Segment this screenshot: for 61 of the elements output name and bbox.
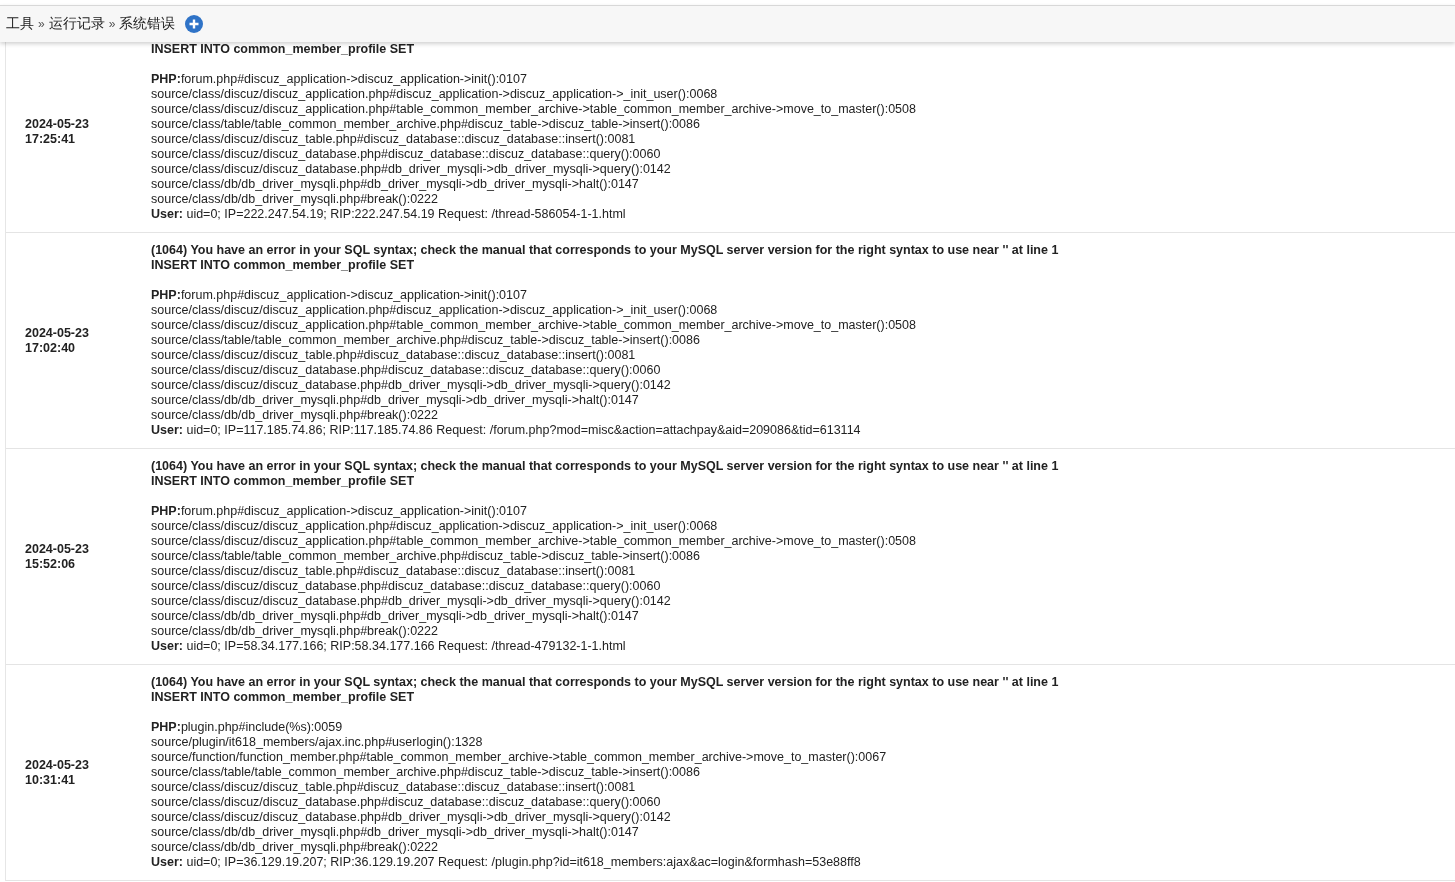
trace-line: source/class/discuz/discuz_application.php#table_common_member_archive->table_common_member_archive->move_to_master():0508 [151, 102, 916, 117]
add-icon[interactable] [185, 15, 204, 33]
trace-line: source/class/discuz/discuz_database.php#db_driver_mysqli->db_driver_mysqli->query():0142 [151, 594, 672, 609]
trace-line: source/class/table/table_common_member_archive.php#discuz_table->discuz_table->insert():0086 [151, 117, 701, 132]
user-info: User: uid=0; IP=36.129.19.207; RIP:36.129.19.207 Request: /plugin.php?id=it618_members:ajax&ac=login&formhash=53e88ff8 [151, 855, 862, 870]
trace-line: source/class/discuz/discuz_database.php#db_driver_mysqli->db_driver_mysqli->query():0142 [151, 162, 672, 177]
breadcrumb-link[interactable]: 系统错误 [119, 15, 176, 33]
trace-line: source/class/db/db_driver_mysqli.php#db_driver_mysqli->db_driver_mysqli->halt():0147 [151, 609, 640, 624]
trace-line: source/class/discuz/discuz_database.php#discuz_database::discuz_database::query():0060 [151, 579, 662, 594]
trace-line: source/class/table/table_common_member_archive.php#discuz_table->discuz_table->insert():0086 [151, 549, 701, 564]
user-info: User: uid=0; IP=222.247.54.19; RIP:222.247.54.19 Request: /thread-586054-1-1.html [151, 207, 627, 222]
trace-line: source/plugin/it618_members/ajax.inc.php#userlogin():1328 [151, 735, 484, 750]
trace-line: source/class/discuz/discuz_application.php#table_common_member_archive->table_common_member_archive->move_to_master():0508 [151, 318, 917, 333]
php-trace-line: PHP:plugin.php#include(%s):0059 [151, 720, 344, 735]
trace-line: source/class/db/db_driver_mysqli.php#break():0222 [151, 192, 439, 207]
trace-line: source/class/db/db_driver_mysqli.php#db_driver_mysqli->db_driver_mysqli->halt():0147 [151, 393, 640, 408]
trace-line: source/class/discuz/discuz_table.php#discuz_database::discuz_database::insert():0081 [151, 780, 637, 795]
trace-line: source/class/discuz/discuz_database.php#discuz_database::discuz_database::query():0060 [151, 147, 662, 162]
trace-line: source/class/db/db_driver_mysqli.php#break():0222 [151, 408, 439, 423]
php-trace-line: PHP:forum.php#discuz_application->discuz_application->init():0107 [151, 288, 528, 303]
trace-line: source/class/discuz/discuz_database.php#discuz_database::discuz_database::query():0060 [151, 363, 662, 378]
error-message: (1064) You have an error in your SQL syntax; check the manual that corresponds to your MySQL server version for the right syntax to use near '' at line 1 [151, 243, 1059, 258]
error-message: (1064) You have an error in your SQL syntax; check the manual that corresponds to your MySQL server version for the right syntax to use near '' at line 1 [151, 675, 1059, 690]
sql-query: INSERT INTO common_member_profile SET [151, 474, 416, 489]
trace-line: source/class/discuz/discuz_application.php#discuz_application->discuz_application->_init_user():0068 [151, 87, 719, 102]
trace-line: source/class/db/db_driver_mysqli.php#break():0222 [151, 840, 439, 855]
trace-line: source/class/table/table_common_member_archive.php#discuz_table->discuz_table->insert():0086 [151, 333, 701, 348]
log-time: 15:52:06 [25, 556, 77, 572]
breadcrumb-link[interactable]: 工具 [6, 15, 34, 33]
trace-line: source/class/discuz/discuz_table.php#discuz_database::discuz_database::insert():0081 [151, 132, 637, 147]
log-date: 2024-05-23 [25, 541, 90, 557]
log-date: 2024-05-23 [25, 117, 90, 132]
trace-line: source/class/table/table_common_member_archive.php#discuz_table->discuz_table->insert():0086 [151, 765, 701, 780]
trace-line: source/class/discuz/discuz_application.php#table_common_member_archive->table_common_member_archive->move_to_master():0508 [151, 534, 917, 549]
user-info: User: uid=0; IP=58.34.177.166; RIP:58.34.177.166 Request: /thread-479132-1-1.html [151, 639, 627, 654]
breadcrumb-separator: » [38, 17, 45, 31]
sql-query: INSERT INTO common_member_profile SET [151, 258, 416, 273]
trace-line: source/class/discuz/discuz_database.php#db_driver_mysqli->db_driver_mysqli->query():0142 [151, 378, 672, 393]
trace-line: source/class/discuz/discuz_application.php#discuz_application->discuz_application->_init_user():0068 [151, 303, 719, 318]
breadcrumb-link[interactable]: 运行记录 [48, 15, 105, 33]
trace-line: source/class/db/db_driver_mysqli.php#db_driver_mysqli->db_driver_mysqli->halt():0147 [151, 825, 640, 840]
log-time: 17:02:40 [25, 340, 77, 356]
breadcrumb-separator: » [108, 17, 116, 31]
log-time: 17:25:41 [25, 132, 77, 147]
sql-query: INSERT INTO common_member_profile SET [151, 690, 416, 705]
error-message: (1064) You have an error in your SQL syntax; check the manual that corresponds to your MySQL server version for the right syntax to use near '' at line 1 [151, 459, 1059, 474]
log-date: 2024-05-23 [25, 325, 90, 341]
log-time: 10:31:41 [25, 772, 77, 788]
trace-line: source/function/function_member.php#table_common_member_archive->table_common_member_archive->move_to_master():0067 [151, 750, 888, 765]
php-trace-line: PHP:forum.php#discuz_application->discuz_application->init():0107 [151, 504, 528, 519]
user-info: User: uid=0; IP=117.185.74.86; RIP:117.185.74.86 Request: /forum.php?mod=misc&action=attachpay&aid=209086&tid=613114 [151, 423, 862, 438]
trace-line: source/class/discuz/discuz_database.php#discuz_database::discuz_database::query():0060 [151, 795, 662, 810]
trace-line: source/class/discuz/discuz_table.php#discuz_database::discuz_database::insert():0081 [151, 564, 637, 579]
trace-line: source/class/discuz/discuz_application.php#discuz_application->discuz_application->_init_user():0068 [151, 519, 719, 534]
log-date: 2024-05-23 [25, 757, 90, 773]
trace-line: source/class/db/db_driver_mysqli.php#db_driver_mysqli->db_driver_mysqli->halt():0147 [151, 177, 640, 192]
trace-line: source/class/discuz/discuz_table.php#discuz_database::discuz_database::insert():0081 [151, 348, 637, 363]
trace-line: source/class/db/db_driver_mysqli.php#break():0222 [151, 624, 439, 639]
trace-line: source/class/discuz/discuz_database.php#db_driver_mysqli->db_driver_mysqli->query():0142 [151, 810, 672, 825]
php-trace-line: PHP:forum.php#discuz_application->discuz_application->init():0107 [151, 72, 528, 87]
sql-query: INSERT INTO common_member_profile SET [151, 42, 416, 57]
